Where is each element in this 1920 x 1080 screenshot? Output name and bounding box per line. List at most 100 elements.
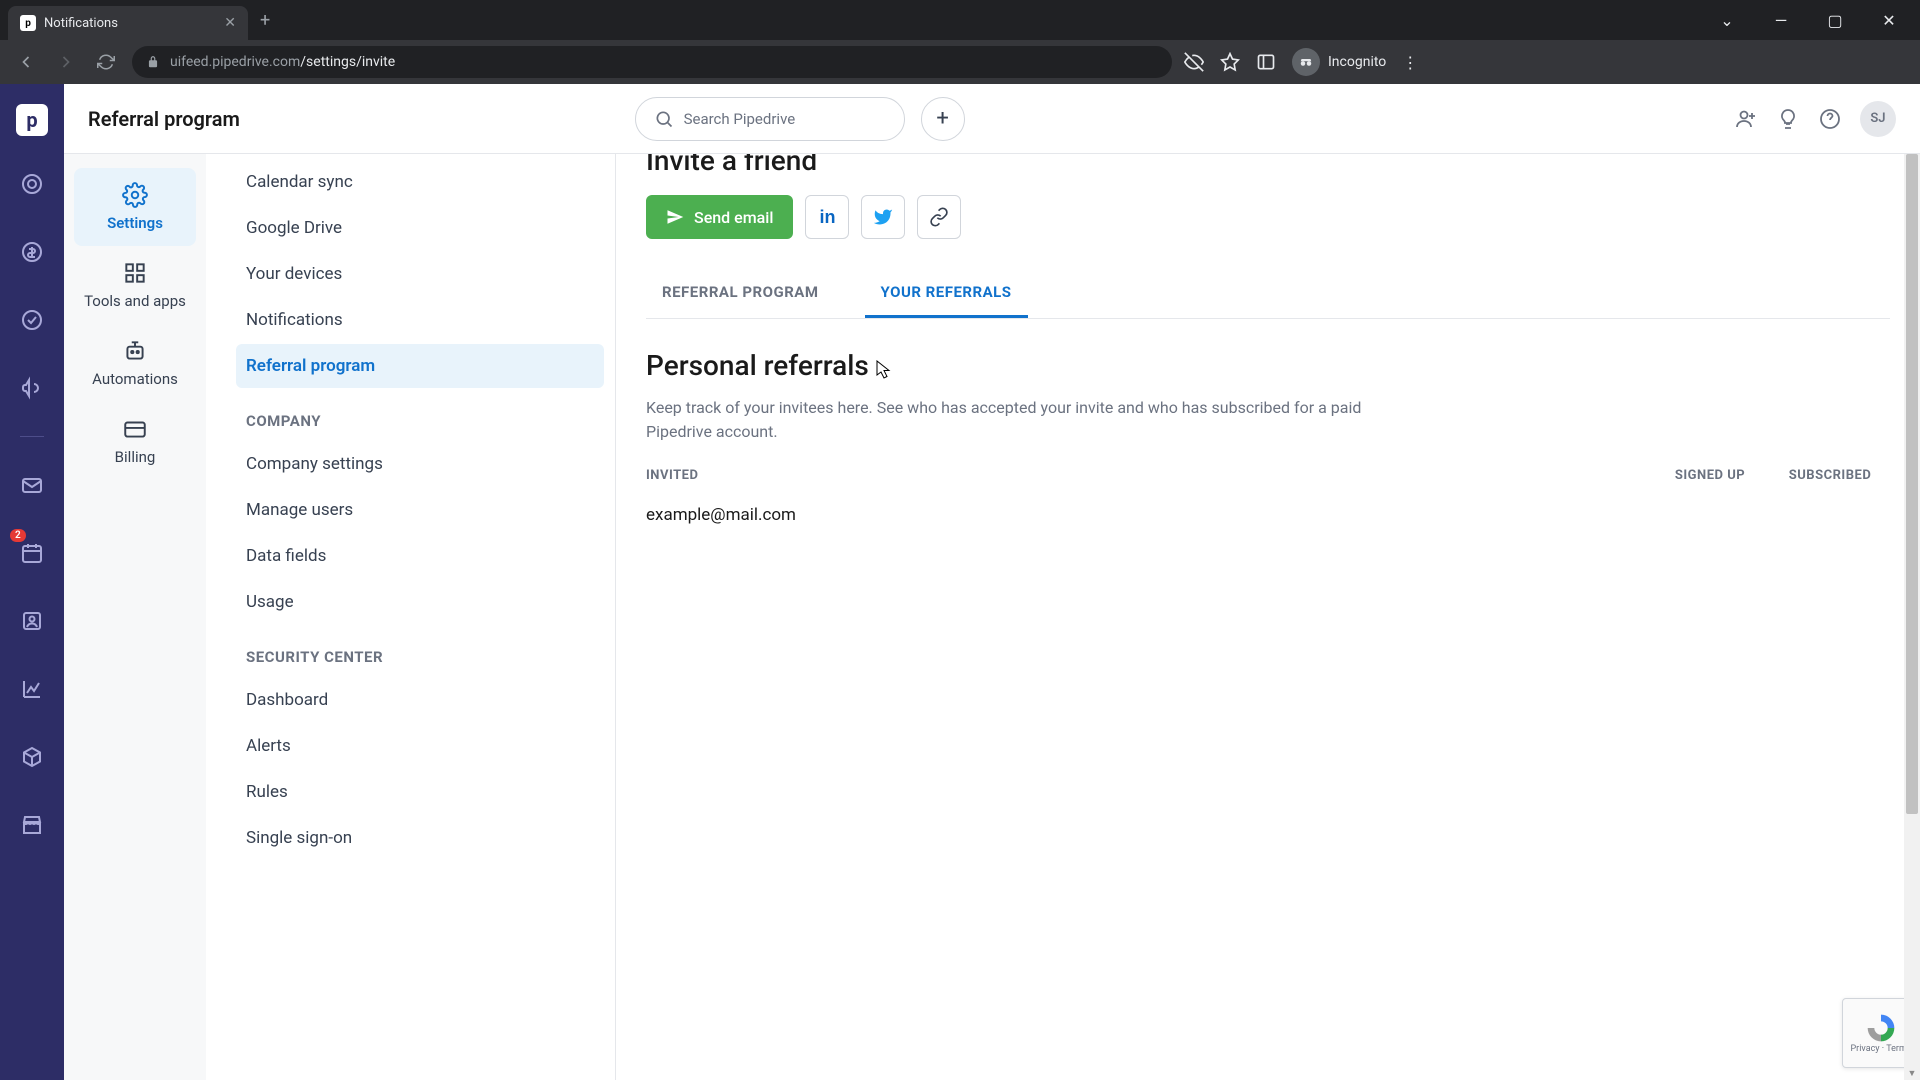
nav-google-drive[interactable]: Google Drive (236, 206, 604, 250)
url-text: uifeed.pipedrive.com/settings/invite (170, 54, 395, 70)
invite-actions: Send email in (646, 195, 1890, 239)
incognito-label: Incognito (1328, 54, 1386, 70)
col-invited: INVITED (646, 468, 1650, 483)
settings-category-sidebar: Settings Tools and apps Automations Bill… (64, 154, 206, 1080)
rail-calendar-icon[interactable]: 2 (12, 533, 52, 573)
nav-company-settings[interactable]: Company settings (236, 442, 604, 486)
rail-checkbox-icon[interactable] (12, 300, 52, 340)
bot-icon (122, 338, 148, 364)
sidebar-item-label: Tools and apps (84, 292, 186, 310)
nav-single-sign-on[interactable]: Single sign-on (236, 816, 604, 860)
incognito-icon (1292, 48, 1320, 76)
tab-title: Notifications (44, 16, 216, 31)
rail-megaphone-icon[interactable] (12, 368, 52, 408)
top-bar: Referral program Search Pipedrive + SJ (64, 84, 1920, 154)
new-tab-button[interactable]: + (248, 10, 282, 31)
tab-dropdown-icon[interactable]: ⌄ (1704, 4, 1750, 36)
sidebar-item-label: Billing (115, 448, 156, 466)
rail-money-icon[interactable] (12, 232, 52, 272)
window-controls: ⌄ — ▢ ✕ (1704, 4, 1920, 36)
nav-calendar-sync[interactable]: Calendar sync (236, 160, 604, 204)
twitter-button[interactable] (861, 195, 905, 239)
add-user-icon[interactable] (1734, 107, 1758, 131)
grid-icon (122, 260, 148, 286)
recaptcha-text: Privacy · Terms (1850, 1044, 1911, 1054)
sidebar-item-billing[interactable]: Billing (74, 402, 196, 480)
bulb-icon[interactable] (1776, 107, 1800, 131)
app-logo[interactable]: p (16, 104, 48, 136)
rail-divider (20, 436, 44, 437)
nav-manage-users[interactable]: Manage users (236, 488, 604, 532)
tab-referral-program[interactable]: REFERRAL PROGRAM (646, 269, 835, 318)
search-input[interactable]: Search Pipedrive (635, 97, 905, 141)
lock-icon (146, 55, 160, 69)
nav-referral-program[interactable]: Referral program (236, 344, 604, 388)
sidebar-item-tools[interactable]: Tools and apps (74, 246, 196, 324)
nav-rail: p 2 (0, 84, 64, 1080)
card-icon (122, 416, 148, 442)
tab-your-referrals[interactable]: YOUR REFERRALS (865, 269, 1028, 318)
address-bar: uifeed.pipedrive.com/settings/invite Inc… (0, 40, 1920, 84)
copy-link-button[interactable] (917, 195, 961, 239)
rail-mail-icon[interactable] (12, 465, 52, 505)
recaptcha-icon (1865, 1012, 1897, 1044)
table-row: example@mail.com (646, 491, 1890, 539)
rail-contacts-icon[interactable] (12, 601, 52, 641)
scrollbar-thumb[interactable] (1906, 154, 1918, 814)
app-shell: p 2 Referral program Search Pipedrive + (0, 84, 1920, 1080)
eye-off-icon[interactable] (1184, 52, 1204, 72)
scroll-down-icon[interactable]: ▼ (1906, 1066, 1918, 1080)
help-icon[interactable] (1818, 107, 1842, 131)
sidebar-item-label: Automations (92, 370, 178, 388)
col-signed-up: SIGNED UP (1650, 468, 1770, 483)
add-button[interactable]: + (921, 97, 965, 141)
rail-box-icon[interactable] (12, 737, 52, 777)
forward-button[interactable] (52, 48, 80, 76)
col-subscribed: SUBSCRIBED (1770, 468, 1890, 483)
link-icon (929, 207, 949, 227)
send-email-label: Send email (694, 208, 773, 227)
referral-email: example@mail.com (646, 505, 1890, 525)
incognito-indicator[interactable]: Incognito (1292, 48, 1386, 76)
nav-data-fields[interactable]: Data fields (236, 534, 604, 578)
browser-menu-icon[interactable]: ⋮ (1402, 53, 1418, 72)
url-input[interactable]: uifeed.pipedrive.com/settings/invite (132, 46, 1172, 78)
browser-tab[interactable]: p Notifications ✕ (8, 6, 248, 40)
linkedin-icon: in (819, 207, 835, 228)
reload-button[interactable] (92, 48, 120, 76)
browser-chrome: p Notifications ✕ + ⌄ — ▢ ✕ uifeed.piped… (0, 0, 1920, 84)
maximize-icon[interactable]: ▢ (1812, 4, 1858, 36)
nav-group-company: COMPANY (206, 390, 616, 440)
extension-icon[interactable] (1256, 52, 1276, 72)
minimize-icon[interactable]: — (1758, 4, 1804, 36)
star-icon[interactable] (1220, 52, 1240, 72)
address-bar-actions: Incognito ⋮ (1184, 48, 1418, 76)
scrollbar[interactable]: ▲ ▼ (1904, 154, 1920, 1080)
back-button[interactable] (12, 48, 40, 76)
nav-usage[interactable]: Usage (236, 580, 604, 624)
rail-target-icon[interactable] (12, 164, 52, 204)
rail-store-icon[interactable] (12, 805, 52, 845)
nav-rules[interactable]: Rules (236, 770, 604, 814)
search-icon (654, 109, 674, 129)
section-description: Keep track of your invitees here. See wh… (646, 396, 1386, 444)
nav-your-devices[interactable]: Your devices (236, 252, 604, 296)
notification-badge: 2 (10, 529, 26, 542)
user-avatar[interactable]: SJ (1860, 101, 1896, 137)
main-panel: Invite a friend Send email in REFERRAL P… (616, 154, 1920, 1080)
page-title: Referral program (88, 107, 240, 131)
sidebar-item-automations[interactable]: Automations (74, 324, 196, 402)
send-icon (666, 208, 684, 226)
sidebar-item-settings[interactable]: Settings (74, 168, 196, 246)
content-area: Settings Tools and apps Automations Bill… (64, 154, 1920, 1080)
close-window-icon[interactable]: ✕ (1866, 4, 1912, 36)
nav-dashboard[interactable]: Dashboard (236, 678, 604, 722)
nav-alerts[interactable]: Alerts (236, 724, 604, 768)
rail-chart-icon[interactable] (12, 669, 52, 709)
close-tab-icon[interactable]: ✕ (224, 15, 236, 31)
invite-heading: Invite a friend (646, 154, 1890, 177)
nav-group-security: SECURITY CENTER (206, 626, 616, 676)
nav-notifications[interactable]: Notifications (236, 298, 604, 342)
linkedin-button[interactable]: in (805, 195, 849, 239)
send-email-button[interactable]: Send email (646, 195, 793, 239)
